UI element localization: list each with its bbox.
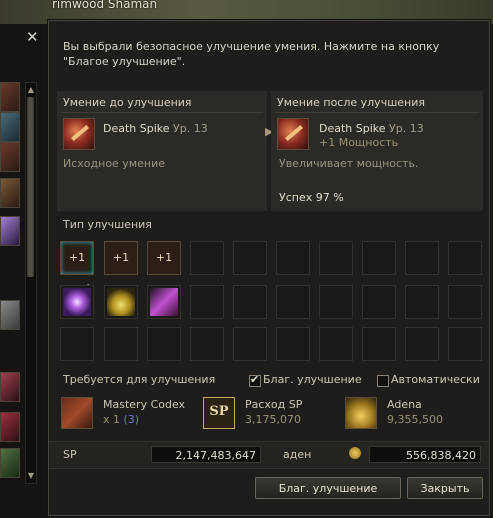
skill-thumbnail[interactable] bbox=[0, 216, 20, 246]
scroll-down-icon[interactable]: ▼ bbox=[26, 471, 36, 481]
skill-list-strip bbox=[0, 82, 20, 482]
req-item-value: 3,175,070 bbox=[245, 413, 301, 426]
close-icon[interactable]: ✕ bbox=[26, 28, 39, 46]
requirements-label: Требуется для улучшения bbox=[63, 373, 216, 386]
blessed-enhance-button[interactable]: Благ. улучшение bbox=[255, 477, 401, 499]
auto-label: Автоматически bbox=[391, 373, 480, 386]
death-spike-icon bbox=[63, 118, 95, 150]
skill-thumbnail[interactable] bbox=[0, 372, 20, 402]
auto-checkbox[interactable] bbox=[377, 375, 389, 387]
empty-slot bbox=[233, 285, 267, 319]
background-skill-list-panel: ✕ ▲ ▼ bbox=[0, 24, 51, 518]
scrollbar-thumb[interactable] bbox=[27, 97, 34, 277]
empty-slot bbox=[190, 241, 224, 275]
empty-slot bbox=[362, 241, 396, 275]
skill-thumbnail[interactable] bbox=[0, 142, 20, 172]
empty-slot bbox=[405, 241, 439, 275]
req-item-value: 9,355,500 bbox=[387, 413, 443, 426]
potion-icon bbox=[107, 288, 135, 316]
skill-name-before: Death Spike Ур. 13 bbox=[103, 122, 208, 135]
req-item-name: Расход SP bbox=[245, 398, 303, 411]
empty-slot bbox=[319, 327, 353, 361]
sparkle-skill-icon bbox=[63, 288, 91, 316]
skill-after-panel: Умение после улучшения Death Spike Ур. 1… bbox=[271, 91, 483, 211]
skill-thumbnail[interactable] bbox=[0, 82, 20, 112]
req-item-name: Mastery Codex bbox=[103, 398, 186, 411]
sp-label: SP bbox=[63, 448, 77, 461]
before-header: Умение до улучшения bbox=[63, 96, 192, 109]
enhance-option-1[interactable]: +1 bbox=[60, 241, 94, 275]
skill-thumbnail[interactable] bbox=[0, 300, 20, 330]
death-spike-icon bbox=[277, 118, 309, 150]
skill-thumbnail[interactable] bbox=[0, 448, 20, 478]
empty-slot bbox=[276, 285, 310, 319]
empty-slot bbox=[276, 327, 310, 361]
empty-slot bbox=[448, 327, 482, 361]
enhance-option-2[interactable]: +1 bbox=[104, 241, 138, 275]
skill-level: Ур. 13 bbox=[173, 122, 208, 135]
skill-enhance-dialog: Вы выбрали безопасное улучшение умения. … bbox=[48, 20, 490, 516]
empty-slot bbox=[362, 285, 396, 319]
empty-slot bbox=[233, 327, 267, 361]
empty-slot bbox=[405, 285, 439, 319]
adena-coin-icon bbox=[349, 447, 361, 459]
empty-slot bbox=[405, 327, 439, 361]
notice-text: Вы выбрали безопасное улучшение умения. … bbox=[63, 40, 440, 68]
adena-label: аден bbox=[283, 448, 312, 461]
scroll-up-icon[interactable]: ▲ bbox=[26, 85, 36, 95]
sp-total-field: 2,147,483,647 bbox=[151, 446, 261, 463]
skill-name-text: Death Spike bbox=[103, 122, 170, 135]
enhance-route-slot[interactable] bbox=[104, 285, 138, 319]
background-window-title: rimwood Shaman bbox=[52, 0, 158, 11]
skill-level: Ур. 13 bbox=[389, 122, 424, 135]
skill-description-before: Исходное умение bbox=[63, 157, 165, 170]
skill-modifier: +1 Мощность bbox=[319, 136, 399, 149]
empty-slot bbox=[60, 327, 94, 361]
blessed-enhance-checkbox[interactable]: ✔ bbox=[249, 373, 261, 387]
divider bbox=[275, 112, 479, 113]
empty-slot bbox=[319, 285, 353, 319]
after-header: Умение после улучшения bbox=[277, 96, 425, 109]
skill-thumbnail[interactable] bbox=[0, 412, 20, 442]
skill-before-panel: Умение до улучшения Death Spike Ур. 13 И… bbox=[57, 91, 267, 211]
empty-slot bbox=[362, 327, 396, 361]
enhance-type-label: Тип улучшения bbox=[63, 218, 152, 231]
skill-description-after: Увеличивает мощность. bbox=[279, 157, 419, 170]
mastery-codex-icon bbox=[61, 397, 93, 429]
enhance-route-slot[interactable] bbox=[147, 285, 181, 319]
adena-total-field: 556,838,420 bbox=[369, 446, 481, 463]
skill-thumbnail[interactable] bbox=[0, 178, 20, 208]
req-item-count: x 1 (3) bbox=[103, 413, 139, 426]
blessed-enhance-label: Благ. улучшение bbox=[263, 373, 362, 386]
skill-list-scrollbar[interactable]: ▲ ▼ bbox=[25, 82, 37, 484]
skill-name-text: Death Spike bbox=[319, 122, 386, 135]
close-button[interactable]: Закрыть bbox=[407, 477, 483, 499]
empty-slot bbox=[190, 327, 224, 361]
req-count-needed: x 1 bbox=[103, 413, 121, 426]
enhance-route-slot[interactable] bbox=[60, 285, 94, 319]
empty-slot bbox=[319, 241, 353, 275]
totals-bar: SP 2,147,483,647 аден 556,838,420 bbox=[49, 441, 489, 469]
empty-slot bbox=[233, 241, 267, 275]
enhance-option-3[interactable]: +1 bbox=[147, 241, 181, 275]
empty-slot bbox=[147, 327, 181, 361]
empty-slot bbox=[104, 327, 138, 361]
spike-skill-icon bbox=[150, 288, 178, 316]
empty-slot bbox=[448, 285, 482, 319]
divider bbox=[61, 112, 263, 113]
req-item-name: Adena bbox=[387, 398, 422, 411]
check-icon: ✔ bbox=[250, 373, 260, 386]
req-count-owned: (3) bbox=[123, 413, 140, 426]
empty-slot bbox=[276, 241, 310, 275]
sp-icon: SP bbox=[203, 397, 235, 429]
success-rate: Успех 97 % bbox=[279, 191, 344, 204]
empty-slot bbox=[190, 285, 224, 319]
skill-thumbnail[interactable] bbox=[0, 112, 20, 142]
adena-icon bbox=[345, 397, 377, 429]
empty-slot bbox=[448, 241, 482, 275]
skill-name-after: Death Spike Ур. 13 bbox=[319, 122, 424, 135]
